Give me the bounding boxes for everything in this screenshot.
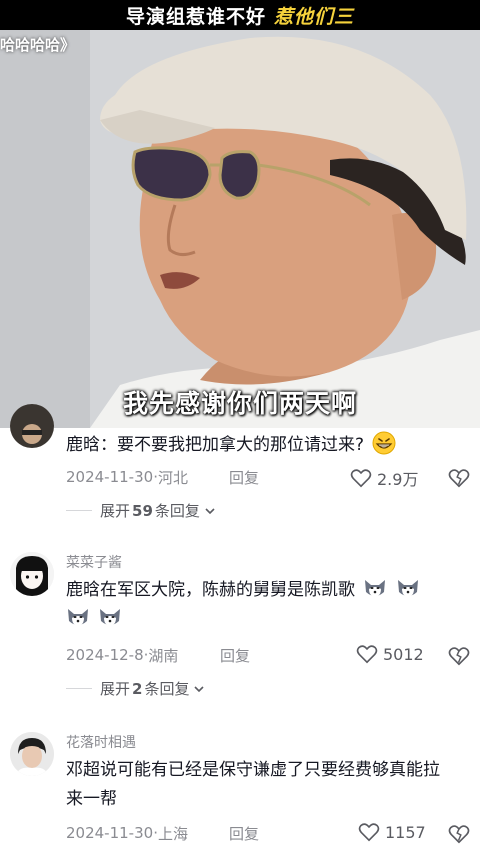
comment-date: 2024-11-30: [66, 468, 154, 486]
husky-emoji: [68, 609, 88, 626]
comment-list[interactable]: 鹿晗：要不要我把加拿大的那位请过来? 2024-11-30 · 河北 回复 2.…: [0, 404, 480, 853]
like-button[interactable]: 1157: [358, 822, 426, 842]
expand-replies-button[interactable]: 展开 59 条回复: [66, 500, 216, 521]
corner-tag: 哈哈哈哈》: [0, 36, 76, 54]
comment-text: 邓超说可能有已经是保守谦虚了只要经费够真能拉来一帮: [66, 760, 440, 809]
like-button[interactable]: 2.9万: [350, 466, 418, 490]
dislike-icon[interactable]: [448, 823, 470, 845]
divider: [66, 510, 92, 511]
chevron-down-icon: [205, 507, 215, 514]
dislike-icon[interactable]: [448, 645, 470, 667]
reply-count: 59: [132, 501, 153, 520]
comment-meta: 2024-11-30 · 河北: [66, 464, 188, 490]
video-frame-image: [0, 0, 480, 428]
chevron-down-icon: [194, 685, 205, 692]
like-count: 5012: [383, 644, 424, 664]
banner-highlight-text: 惹他们三: [274, 5, 355, 28]
reply-button[interactable]: 回复: [229, 464, 259, 490]
comment-date: 2024-11-30: [66, 824, 154, 842]
comment-date: 2024-12-8: [66, 646, 144, 664]
comment-meta: 2024-11-30 · 上海: [66, 820, 188, 846]
dislike-icon[interactable]: [448, 467, 470, 489]
heart-icon: [350, 469, 372, 488]
video-title-banner: 导演组惹谁不好 惹他们三: [0, 0, 480, 30]
husky-emoji: [365, 580, 386, 597]
heart-icon: [356, 645, 378, 664]
avatar[interactable]: [10, 552, 54, 596]
comment-username[interactable]: 菜菜子酱: [66, 552, 122, 572]
grin-emoji: [372, 431, 396, 455]
like-count: 1157: [385, 822, 426, 842]
comment-text: 鹿晗在军区大院，陈赫的舅舅是陈凯歌: [66, 576, 466, 634]
like-count: 2.9万: [377, 470, 419, 489]
comment-text: 鹿晗：要不要我把加拿大的那位请过来?: [66, 431, 466, 460]
husky-emoji: [100, 609, 121, 626]
comment-location: 湖南: [148, 646, 179, 665]
heart-icon: [358, 823, 380, 842]
husky-emoji: [397, 580, 418, 597]
video-player[interactable]: 导演组惹谁不好 惹他们三 哈哈哈哈》 我先感谢你们两天啊: [0, 0, 480, 428]
avatar-image: [10, 732, 54, 776]
like-button[interactable]: 5012: [356, 644, 424, 664]
avatar[interactable]: [10, 732, 54, 776]
banner-text: 导演组惹谁不好: [125, 5, 266, 28]
divider: [66, 688, 92, 689]
comment-username[interactable]: 花落时相遇: [66, 732, 136, 752]
expand-replies-button[interactable]: 展开 2 条回复: [66, 678, 205, 699]
video-subtitle: 我先感谢你们两天啊: [122, 389, 357, 418]
reply-count: 2: [132, 679, 143, 698]
avatar-image: [10, 552, 54, 596]
reply-button[interactable]: 回复: [229, 820, 259, 846]
comment-location: 河北: [157, 468, 188, 487]
comment-meta: 2024-12-8 · 湖南: [66, 642, 178, 668]
comment-location: 上海: [157, 824, 188, 843]
reply-button[interactable]: 回复: [220, 642, 250, 668]
